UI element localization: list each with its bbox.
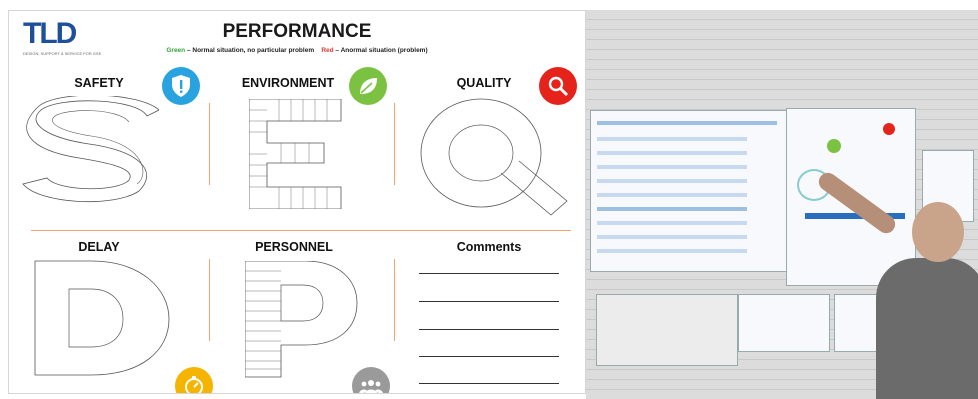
divider bbox=[209, 259, 210, 341]
legend-red-text: – Anormal situation (problem) bbox=[333, 47, 428, 54]
leaf-icon bbox=[349, 67, 387, 105]
lower-board bbox=[596, 294, 738, 366]
status-legend: Green – Normal situation, no particular … bbox=[9, 47, 585, 54]
person-shirt bbox=[876, 258, 978, 399]
section-title-delay: DELAY bbox=[78, 240, 120, 254]
comment-line bbox=[419, 383, 559, 384]
divider bbox=[394, 259, 395, 341]
section-title-quality: QUALITY bbox=[456, 76, 512, 90]
divider bbox=[394, 103, 395, 185]
lower-board bbox=[738, 294, 830, 352]
letter-s-calendar bbox=[19, 94, 160, 211]
section-title-comments: Comments bbox=[456, 240, 522, 254]
comment-line bbox=[419, 301, 559, 302]
stopwatch-icon bbox=[175, 367, 213, 393]
section-title-safety: SAFETY bbox=[74, 76, 124, 90]
legend-green-word: Green bbox=[166, 47, 186, 54]
letter-q-calendar bbox=[419, 97, 569, 222]
letter-p-calendar bbox=[244, 260, 360, 384]
divider bbox=[209, 103, 210, 185]
shield-exclamation-icon bbox=[162, 67, 200, 105]
section-title-personnel: PERSONNEL bbox=[255, 240, 333, 254]
page-title: PERFORMANCE bbox=[222, 21, 372, 42]
comment-line bbox=[419, 329, 559, 330]
person-head bbox=[912, 202, 964, 262]
team-icon bbox=[352, 367, 390, 393]
legend-red-word: Red bbox=[321, 47, 334, 54]
letter-d-calendar bbox=[31, 259, 171, 382]
composite-image: TLD DESIGN, SUPPORT & SERVICE FOR GSE PE… bbox=[0, 0, 978, 399]
section-title-environment: ENVIRONMENT bbox=[241, 76, 335, 90]
comment-line bbox=[419, 356, 559, 357]
whiteboard-photo bbox=[586, 10, 978, 399]
legend-green-text: – Normal situation, no particular proble… bbox=[185, 47, 315, 54]
performance-board: TLD DESIGN, SUPPORT & SERVICE FOR GSE PE… bbox=[8, 10, 586, 394]
whiteboard-left bbox=[590, 110, 790, 272]
comment-line bbox=[419, 273, 559, 274]
divider bbox=[31, 230, 571, 231]
letter-e-calendar bbox=[248, 98, 344, 214]
